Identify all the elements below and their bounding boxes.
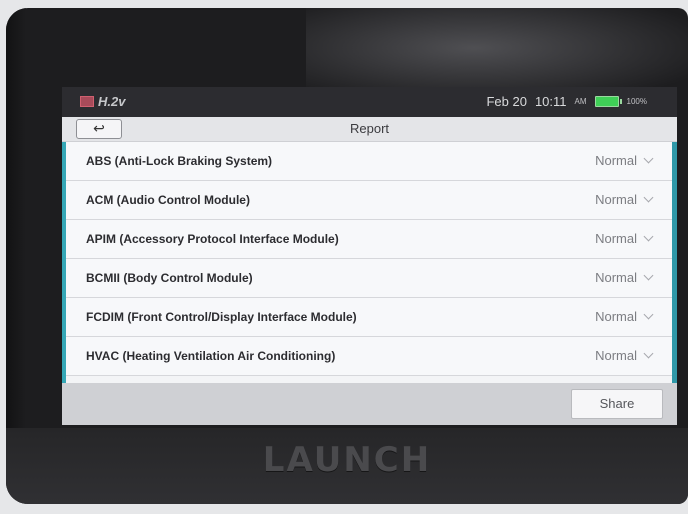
- battery-icon: [594, 96, 622, 107]
- module-label: ACM (Audio Control Module): [86, 193, 250, 207]
- chevron-down-icon: [643, 348, 654, 359]
- chevron-down-icon: [643, 231, 654, 242]
- module-status[interactable]: Normal: [595, 153, 654, 168]
- module-label: BCMII (Body Control Module): [86, 271, 253, 285]
- module-status-text: Normal: [595, 153, 637, 168]
- status-ampm: AM: [574, 97, 587, 106]
- module-status[interactable]: Normal: [595, 270, 654, 285]
- module-status-text: Normal: [595, 348, 637, 363]
- software-version: H.2v: [98, 94, 126, 109]
- notification-icon: [80, 96, 94, 107]
- module-row-hvac[interactable]: HVAC (Heating Ventilation Air Conditioni…: [66, 337, 672, 376]
- module-status[interactable]: Normal: [595, 348, 654, 363]
- module-label: ABS (Anti-Lock Braking System): [86, 154, 273, 168]
- device-screen: H.2v Feb 20 10:11 AM 100% ↩ Report ABS (…: [62, 87, 677, 425]
- module-row-acm[interactable]: ACM (Audio Control Module) Normal: [66, 181, 672, 220]
- chevron-down-icon: [643, 192, 654, 203]
- module-status-text: Normal: [595, 192, 637, 207]
- chevron-down-icon: [643, 270, 654, 281]
- module-row-abs[interactable]: ABS (Anti-Lock Braking System) Normal: [66, 142, 672, 181]
- share-button[interactable]: Share: [571, 389, 663, 419]
- module-row-apim[interactable]: APIM (Accessory Protocol Interface Modul…: [66, 220, 672, 259]
- module-status-text: Normal: [595, 309, 637, 324]
- chevron-down-icon: [643, 309, 654, 320]
- module-status[interactable]: Normal: [595, 192, 654, 207]
- title-bar: ↩ Report: [62, 117, 677, 142]
- status-bar: H.2v Feb 20 10:11 AM 100%: [62, 87, 677, 117]
- status-time: 10:11: [534, 94, 567, 109]
- module-label: FCDIM (Front Control/Display Interface M…: [86, 310, 357, 324]
- status-right: Feb 20 10:11 AM 100%: [486, 94, 647, 109]
- module-status[interactable]: Normal: [595, 309, 654, 324]
- status-date: Feb 20: [486, 94, 527, 109]
- module-status-text: Normal: [595, 270, 637, 285]
- module-row-bcmii[interactable]: BCMII (Body Control Module) Normal: [66, 259, 672, 298]
- tablet-device: LAUNCH H.2v Feb 20 10:11 AM 100% ↩ Repor…: [6, 8, 688, 504]
- module-label: HVAC (Heating Ventilation Air Conditioni…: [86, 349, 336, 363]
- page-title: Report: [349, 121, 390, 136]
- brand-logo: LAUNCH: [262, 440, 432, 480]
- chevron-down-icon: [643, 153, 654, 164]
- module-status-text: Normal: [595, 231, 637, 246]
- battery-percent: 100%: [626, 97, 647, 106]
- module-label: APIM (Accessory Protocol Interface Modul…: [86, 232, 339, 246]
- status-left: H.2v: [80, 94, 125, 109]
- module-row-fcdim[interactable]: FCDIM (Front Control/Display Interface M…: [66, 298, 672, 337]
- module-list: ABS (Anti-Lock Braking System) Normal AC…: [66, 142, 672, 376]
- footer-bar: Share: [62, 383, 677, 425]
- module-status[interactable]: Normal: [595, 231, 654, 246]
